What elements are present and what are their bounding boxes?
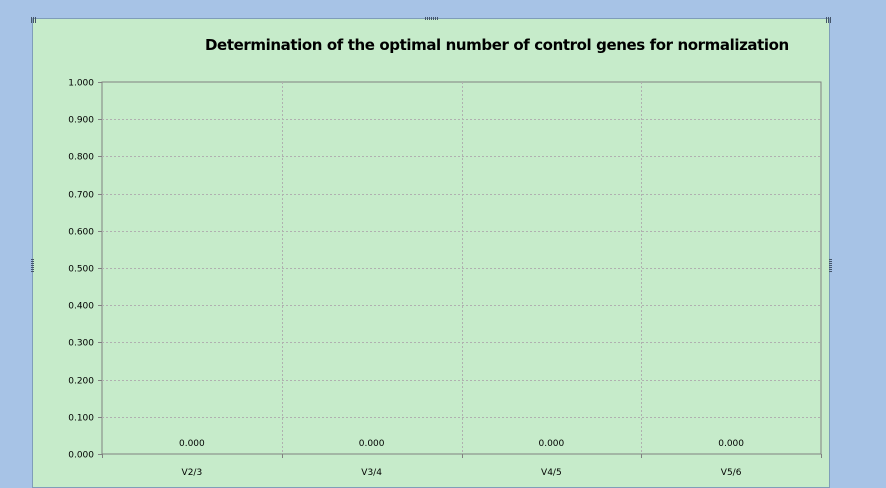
x-tick-label: V3/4 bbox=[361, 468, 382, 478]
x-tick-label: V4/5 bbox=[541, 468, 562, 478]
x-tick-label: V2/3 bbox=[182, 468, 203, 478]
plot-area bbox=[101, 81, 822, 455]
chart-plot: 0.000 0.100 0.200 0.300 0.400 0.500 0.600 0.700… bbox=[68, 79, 822, 478]
y-tick-label: 0.700 bbox=[68, 191, 94, 201]
y-tick-label: 0.600 bbox=[68, 228, 94, 238]
y-tick-label: 0.100 bbox=[68, 414, 94, 424]
data-label: 0.000 bbox=[179, 439, 205, 449]
y-tick-label: 0.300 bbox=[68, 339, 94, 349]
y-tick-label: 0.800 bbox=[68, 153, 94, 163]
data-label: 0.000 bbox=[538, 439, 564, 449]
y-tick-label: 0.000 bbox=[68, 451, 94, 461]
y-tick-label: 0.200 bbox=[68, 377, 94, 387]
y-tick-label: 0.400 bbox=[68, 302, 94, 312]
y-tick-label: 1.000 bbox=[68, 79, 94, 89]
x-tick-label: V5/6 bbox=[721, 468, 742, 478]
data-label: 0.000 bbox=[718, 439, 744, 449]
y-tick-label: 0.500 bbox=[68, 265, 94, 275]
y-tick-label: 0.900 bbox=[68, 116, 94, 126]
data-label: 0.000 bbox=[359, 439, 385, 449]
chart-title: Determination of the optimal number of c… bbox=[205, 36, 789, 54]
